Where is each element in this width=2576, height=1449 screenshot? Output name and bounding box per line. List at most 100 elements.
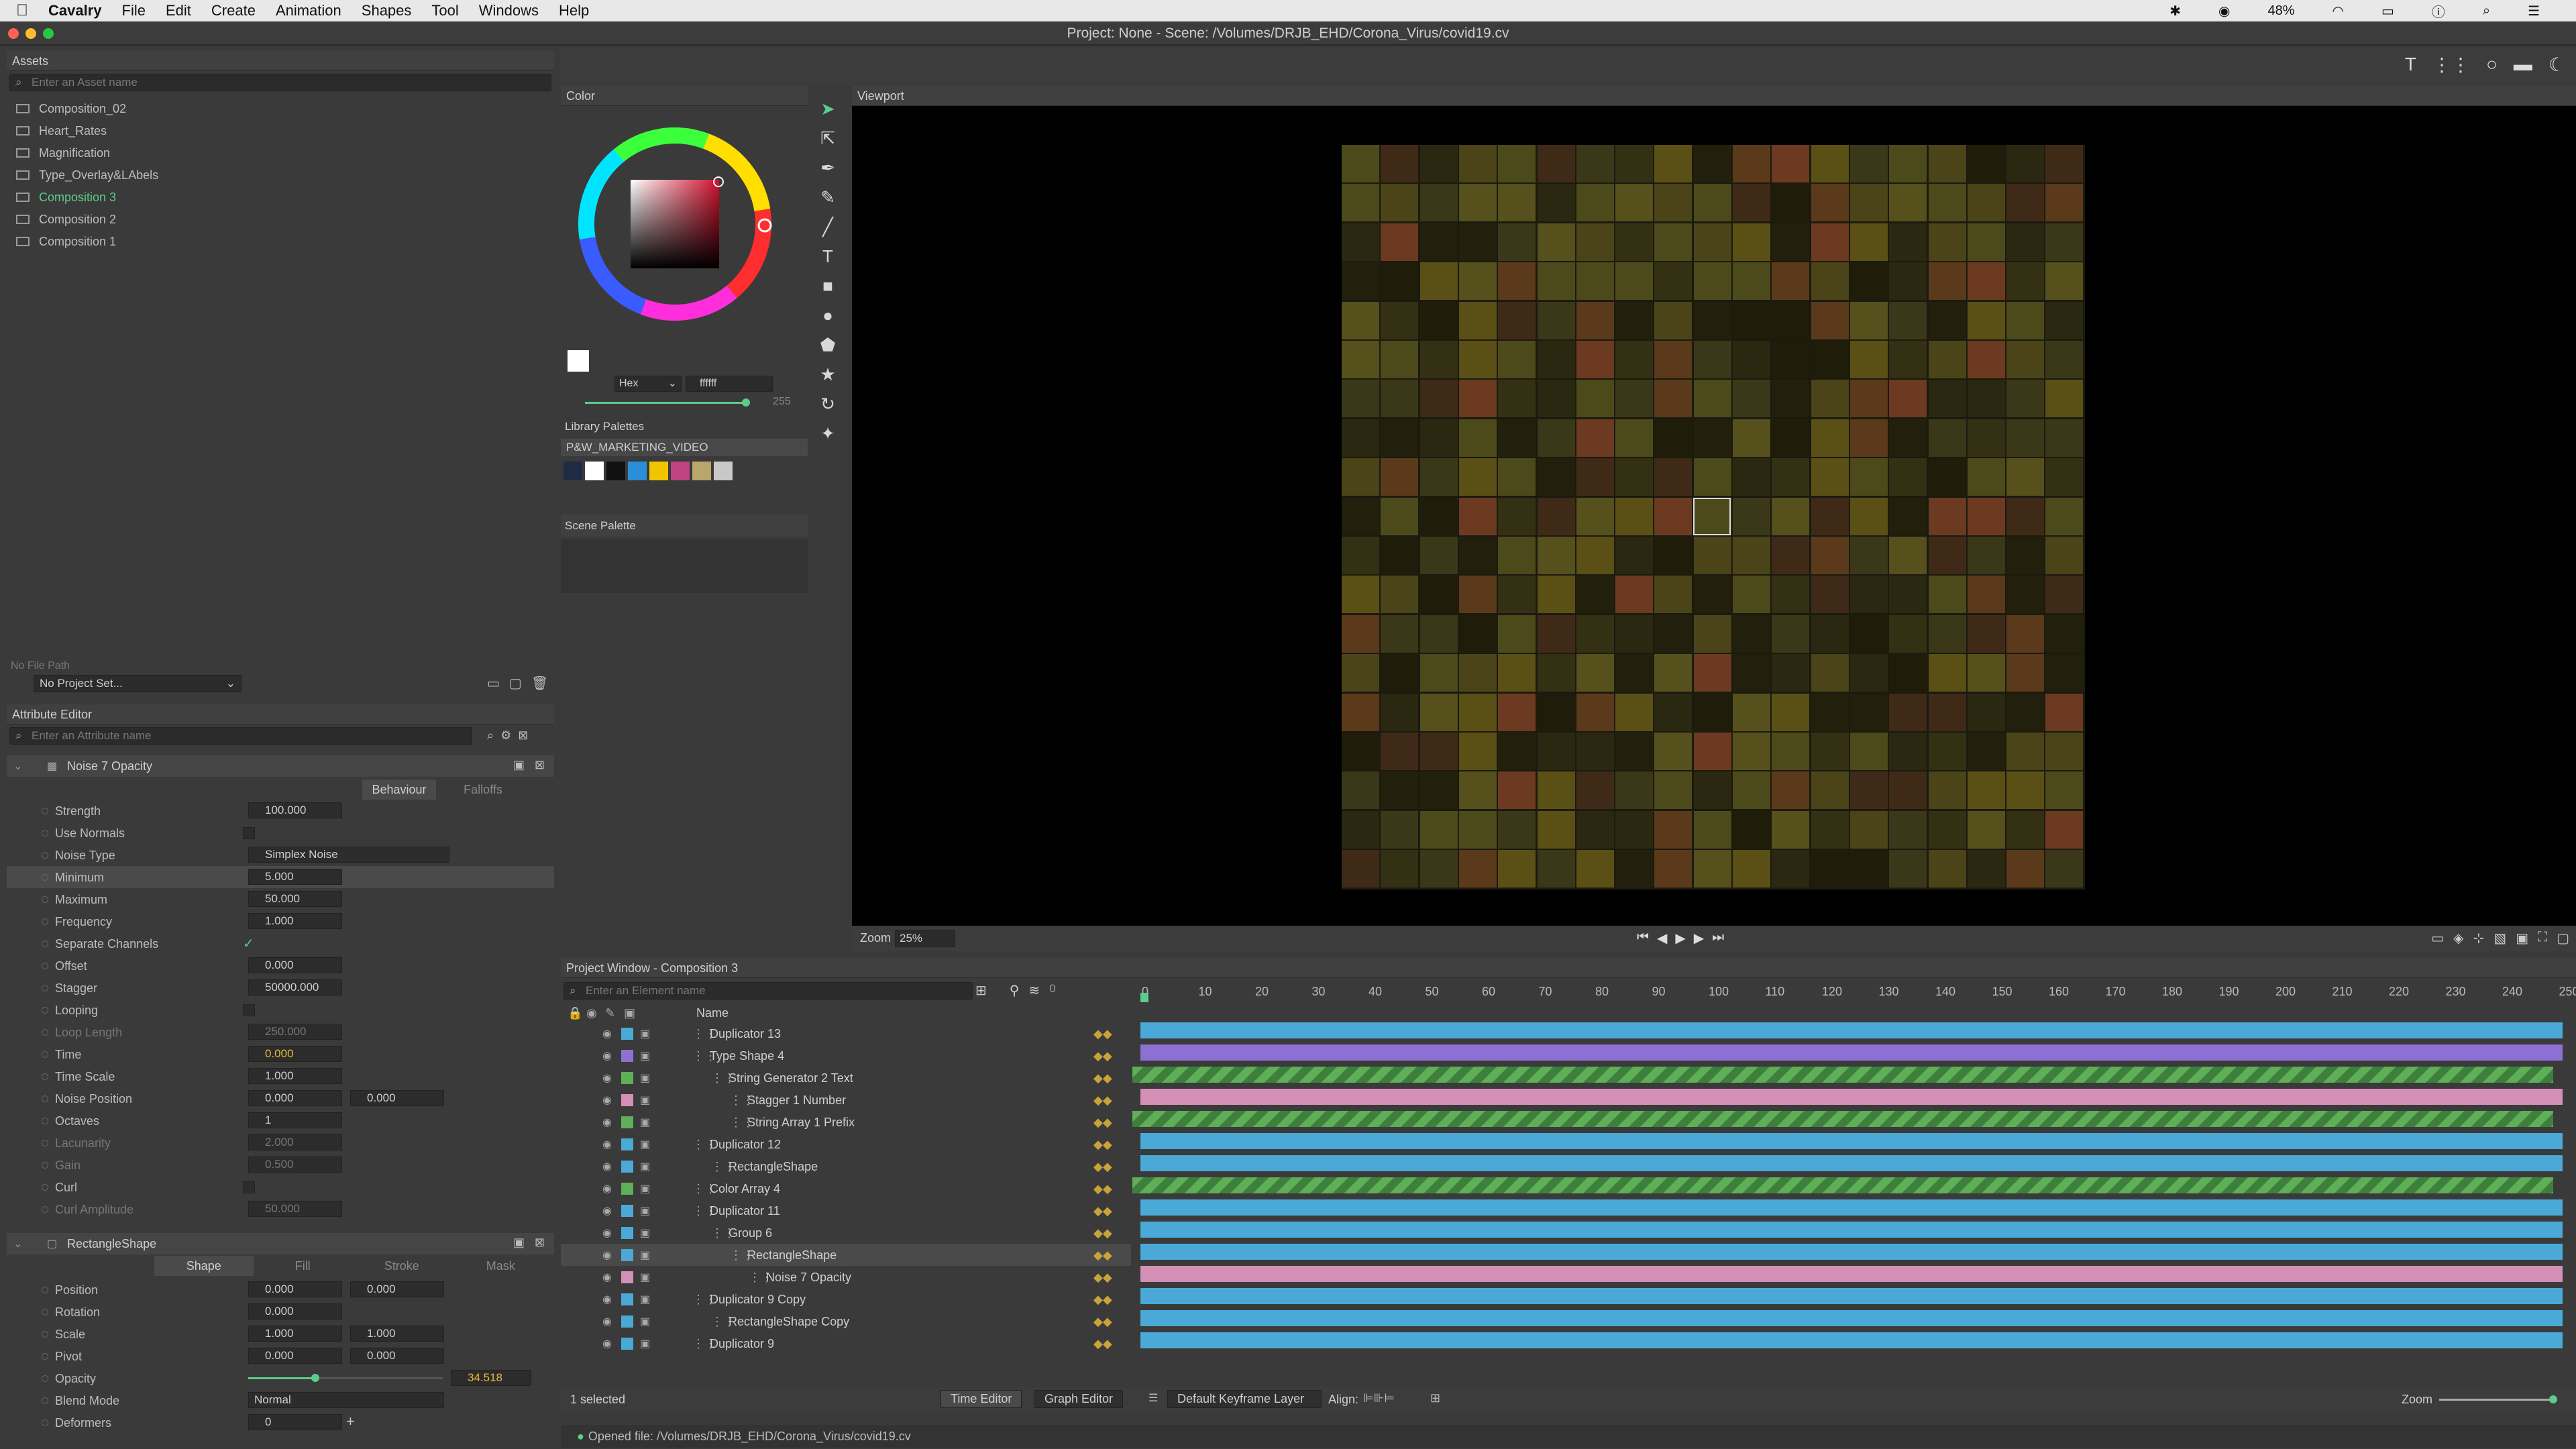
- add-icon[interactable]: +: [346, 1413, 355, 1430]
- layer-row[interactable]: ◉ ▣ ⋮⋮ Duplicator 13 ◆◆: [561, 1022, 1131, 1044]
- wifi-icon[interactable]: ◠: [2332, 3, 2344, 19]
- keyframe-dot[interactable]: [42, 941, 48, 947]
- attr-value[interactable]: 50000.000: [248, 979, 342, 996]
- camera-icon[interactable]: ▣: [624, 1006, 635, 1020]
- asset-item[interactable]: Heart_Rates: [7, 120, 554, 142]
- asset-item[interactable]: Composition 2: [7, 209, 554, 231]
- visibility-icon[interactable]: ◉: [602, 1204, 612, 1218]
- menu-animation[interactable]: Animation: [276, 2, 341, 19]
- attr-value[interactable]: 1.000: [248, 1326, 342, 1342]
- layer-row[interactable]: ◉ ▣ ⋮⋮ Duplicator 9 Copy ◆◆: [561, 1288, 1131, 1310]
- color-mode-dropdown[interactable]: Hex ⌄: [614, 376, 682, 392]
- close-icon[interactable]: ⊠: [535, 758, 545, 772]
- zoom-window-icon[interactable]: [43, 28, 54, 39]
- cc-icon[interactable]: ◉: [2218, 3, 2230, 19]
- keyframe-dot[interactable]: [42, 1073, 48, 1080]
- layer-color-swatch[interactable]: [621, 1161, 633, 1173]
- battery-text[interactable]: 48%: [2267, 3, 2294, 19]
- trash-icon[interactable]: 🗑: [531, 675, 548, 692]
- clear-icon[interactable]: ⊠: [518, 729, 528, 743]
- attr-value[interactable]: 0.000: [350, 1348, 444, 1364]
- filter-icon[interactable]: ≋: [1028, 982, 1040, 999]
- keyframe-nav-icon[interactable]: ◆◆: [1093, 1337, 1112, 1351]
- spotlight-icon[interactable]: ⌕: [2483, 3, 2490, 19]
- swatch[interactable]: [564, 462, 582, 480]
- attr-value[interactable]: 0: [248, 1414, 342, 1430]
- keyframe-dot[interactable]: [42, 918, 48, 925]
- attr-value[interactable]: 0.000: [350, 1281, 444, 1297]
- sparkle-tool-icon[interactable]: ✦: [813, 419, 843, 448]
- hex-input[interactable]: ffffff: [686, 376, 773, 392]
- render-icon[interactable]: ▣: [640, 1071, 650, 1085]
- keyframe-dot[interactable]: [42, 1007, 48, 1014]
- direct-select-tool-icon[interactable]: ⇱: [813, 123, 843, 153]
- attribute-search[interactable]: ⌕ Enter an Attribute name: [9, 727, 472, 745]
- timeline-bar[interactable]: [1132, 1177, 2553, 1193]
- element-search[interactable]: ⌕ Enter an Element name: [564, 982, 973, 1000]
- layer-color-swatch[interactable]: [621, 1094, 633, 1106]
- timeline-bar[interactable]: [1140, 1089, 2563, 1105]
- keyframe-dot[interactable]: [42, 830, 48, 837]
- timeline-bar[interactable]: [1140, 1244, 2563, 1260]
- asset-search[interactable]: ⌕ Enter an Asset name: [9, 74, 551, 91]
- keyframe-nav-icon[interactable]: ◆◆: [1093, 1315, 1112, 1329]
- monitor-icon[interactable]: ▢: [509, 675, 522, 692]
- layer-row[interactable]: ◉ ▣ ⋮⋮ Group 6 ◆◆: [561, 1222, 1131, 1244]
- layer-color-swatch[interactable]: [621, 1116, 633, 1128]
- blend-mode-dropdown[interactable]: Normal: [248, 1392, 444, 1408]
- keyframe-dot[interactable]: [42, 1397, 48, 1404]
- pin-icon[interactable]: ▣: [513, 1236, 525, 1250]
- render-icon[interactable]: ▣: [640, 1204, 650, 1218]
- overlay-icon[interactable]: ▧: [2493, 930, 2506, 947]
- keyframe-nav-icon[interactable]: ◆◆: [1093, 1027, 1112, 1041]
- visibility-icon[interactable]: ◉: [602, 1027, 612, 1040]
- tab-mask[interactable]: Mask: [451, 1256, 551, 1276]
- tab-behaviour[interactable]: Behaviour: [362, 780, 436, 800]
- opacity-value[interactable]: 34.518: [451, 1370, 531, 1386]
- tab-stroke[interactable]: Stroke: [352, 1256, 451, 1276]
- timeline-bar[interactable]: [1140, 1133, 2563, 1149]
- keyframe-dot[interactable]: [42, 1353, 48, 1360]
- chevron-down-icon[interactable]: ⌄: [13, 759, 22, 773]
- keyframe-dot[interactable]: [42, 1419, 48, 1426]
- keyframe-nav-icon[interactable]: ◆◆: [1093, 1182, 1112, 1196]
- menu-file[interactable]: File: [122, 2, 146, 19]
- timeline-bar[interactable]: [1140, 1222, 2563, 1238]
- add-icon[interactable]: ⊞: [975, 982, 987, 999]
- filter-icon[interactable]: ⌕: [487, 729, 494, 743]
- keyframe-dot[interactable]: [42, 963, 48, 969]
- rectangle-tool-icon[interactable]: ■: [813, 271, 843, 301]
- swatch[interactable]: [628, 462, 647, 480]
- render-icon[interactable]: ▣: [640, 1226, 650, 1240]
- menu-windows[interactable]: Windows: [479, 2, 539, 19]
- visibility-icon[interactable]: ◉: [602, 1315, 612, 1328]
- render-icon[interactable]: ▣: [640, 1160, 650, 1173]
- asset-item[interactable]: Composition 1: [7, 231, 554, 253]
- keyframe-nav-icon[interactable]: ◆◆: [1093, 1293, 1112, 1307]
- close-icon[interactable]: ⊠: [535, 1236, 545, 1250]
- attr-value[interactable]: 0.000: [248, 1281, 342, 1297]
- layer-row[interactable]: ◉ ▣ ⋮⋮ Duplicator 12 ◆◆: [561, 1133, 1131, 1155]
- keyframe-dot[interactable]: [42, 1287, 48, 1293]
- keyframe-dot[interactable]: [42, 1206, 48, 1213]
- keyframe-nav-icon[interactable]: ◆◆: [1093, 1071, 1112, 1085]
- minimize-window-icon[interactable]: [25, 28, 36, 39]
- keyframe-nav-icon[interactable]: ◆◆: [1093, 1226, 1112, 1240]
- visibility-icon[interactable]: ◉: [602, 1182, 612, 1195]
- layer-color-swatch[interactable]: [621, 1138, 633, 1150]
- selection-box[interactable]: [1693, 498, 1731, 535]
- ellipse-tool-icon[interactable]: ●: [813, 301, 843, 330]
- keyframe-nav-icon[interactable]: ◆◆: [1093, 1138, 1112, 1152]
- visibility-icon[interactable]: ◉: [602, 1049, 612, 1063]
- attr-value[interactable]: 0.000: [350, 1090, 444, 1106]
- keyframe-layer-dropdown[interactable]: Default Keyframe Layer: [1167, 1390, 1322, 1408]
- asset-item[interactable]: Type_Overlay&LAbels: [7, 164, 554, 186]
- swatch[interactable]: [714, 462, 733, 480]
- timeline[interactable]: 0 10 20 30 40 50 60 70 80 90 100 110 120 130 140 150 160…: [1132, 981, 2576, 1424]
- tab-fill[interactable]: Fill: [254, 1256, 353, 1276]
- layer-color-swatch[interactable]: [621, 1249, 633, 1261]
- layer-color-swatch[interactable]: [621, 1338, 633, 1350]
- moon-icon[interactable]: ☾: [2548, 54, 2565, 76]
- noise-section-header[interactable]: ⌄ ▩ Noise 7 Opacity ⊠ ▣: [7, 755, 554, 777]
- user-icon[interactable]: ⓘ: [2432, 1, 2445, 21]
